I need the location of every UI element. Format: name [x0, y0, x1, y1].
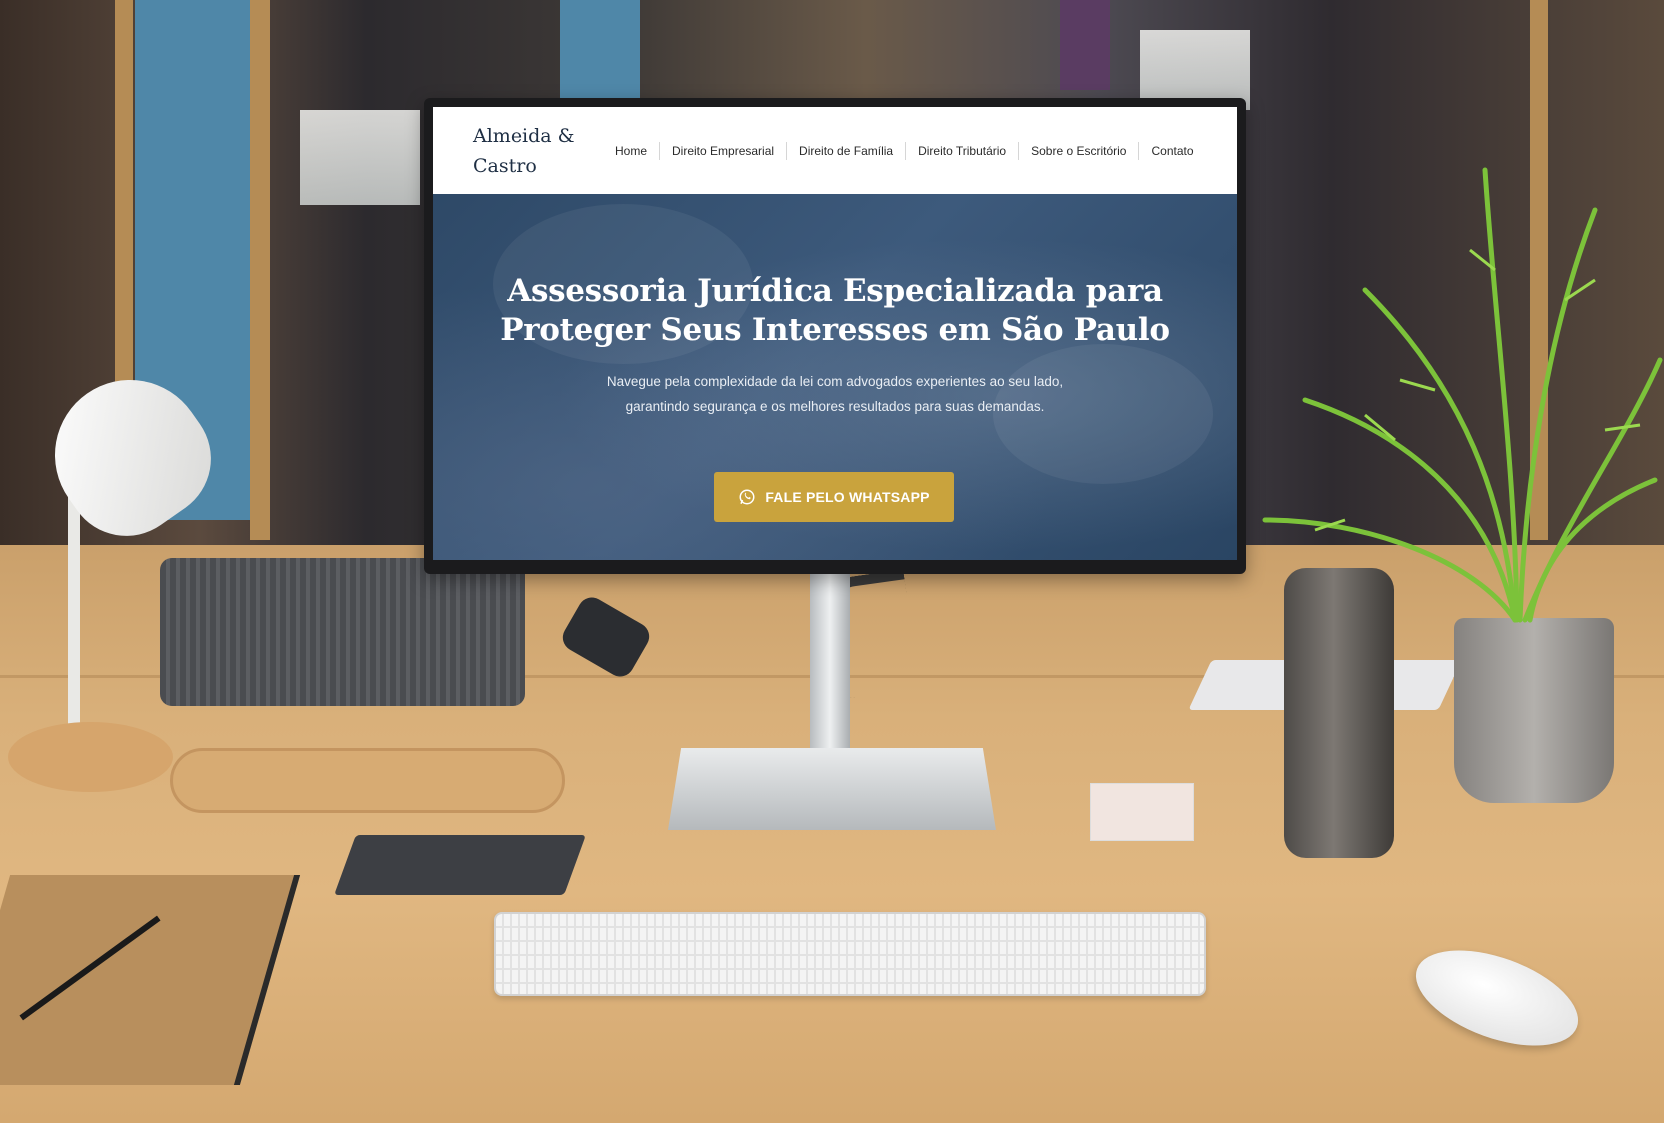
- whatsapp-icon: [739, 489, 755, 505]
- monitor-stand-base: [668, 748, 996, 830]
- site-header: Almeida & Castro Home Direito Empresaria…: [433, 107, 1237, 194]
- pen-tray: [170, 748, 565, 813]
- whatsapp-cta-button[interactable]: FALE PELO WHATSAPP: [714, 472, 954, 522]
- nav-item-direito-empresarial[interactable]: Direito Empresarial: [659, 141, 786, 160]
- desk-organizer: [160, 558, 525, 706]
- nav-item-direito-tributario[interactable]: Direito Tributário: [905, 141, 1018, 160]
- monitor: Almeida & Castro Home Direito Empresaria…: [424, 98, 1246, 574]
- whatsapp-cta-label: FALE PELO WHATSAPP: [765, 489, 930, 505]
- purple-panel: [1060, 0, 1110, 90]
- lamp-base: [8, 722, 173, 792]
- plant-pot: [1454, 618, 1614, 803]
- nav-item-home[interactable]: Home: [603, 142, 659, 160]
- monitor-screen: Almeida & Castro Home Direito Empresaria…: [433, 107, 1237, 560]
- hero-title-line-2: Proteger Seus Interesses em São Paulo: [500, 312, 1170, 348]
- hero-title: Assessoria Jurídica Especializada para P…: [433, 272, 1237, 350]
- nav-item-sobre-o-escritorio[interactable]: Sobre o Escritório: [1018, 141, 1138, 160]
- nav-item-direito-de-familia[interactable]: Direito de Família: [786, 141, 905, 160]
- hero-section: Assessoria Jurídica Especializada para P…: [433, 194, 1237, 560]
- blue-panel: [560, 0, 640, 100]
- plant-leaves: [1262, 167, 1663, 623]
- nav-item-contato[interactable]: Contato: [1138, 141, 1205, 160]
- sticky-note-cube: [1090, 783, 1194, 841]
- keyboard: [494, 912, 1206, 996]
- background-window: [300, 110, 420, 205]
- ring-binder: [334, 835, 586, 895]
- main-nav: Home Direito Empresarial Direito de Famí…: [603, 141, 1206, 160]
- wood-pillar: [250, 0, 270, 540]
- hero-subtitle: Navegue pela complexidade da lei com adv…: [606, 374, 1064, 414]
- hero-title-line-1: Assessoria Jurídica Especializada para: [507, 273, 1163, 309]
- monitor-stand: [810, 570, 850, 770]
- site-logo[interactable]: Almeida & Castro: [473, 121, 603, 181]
